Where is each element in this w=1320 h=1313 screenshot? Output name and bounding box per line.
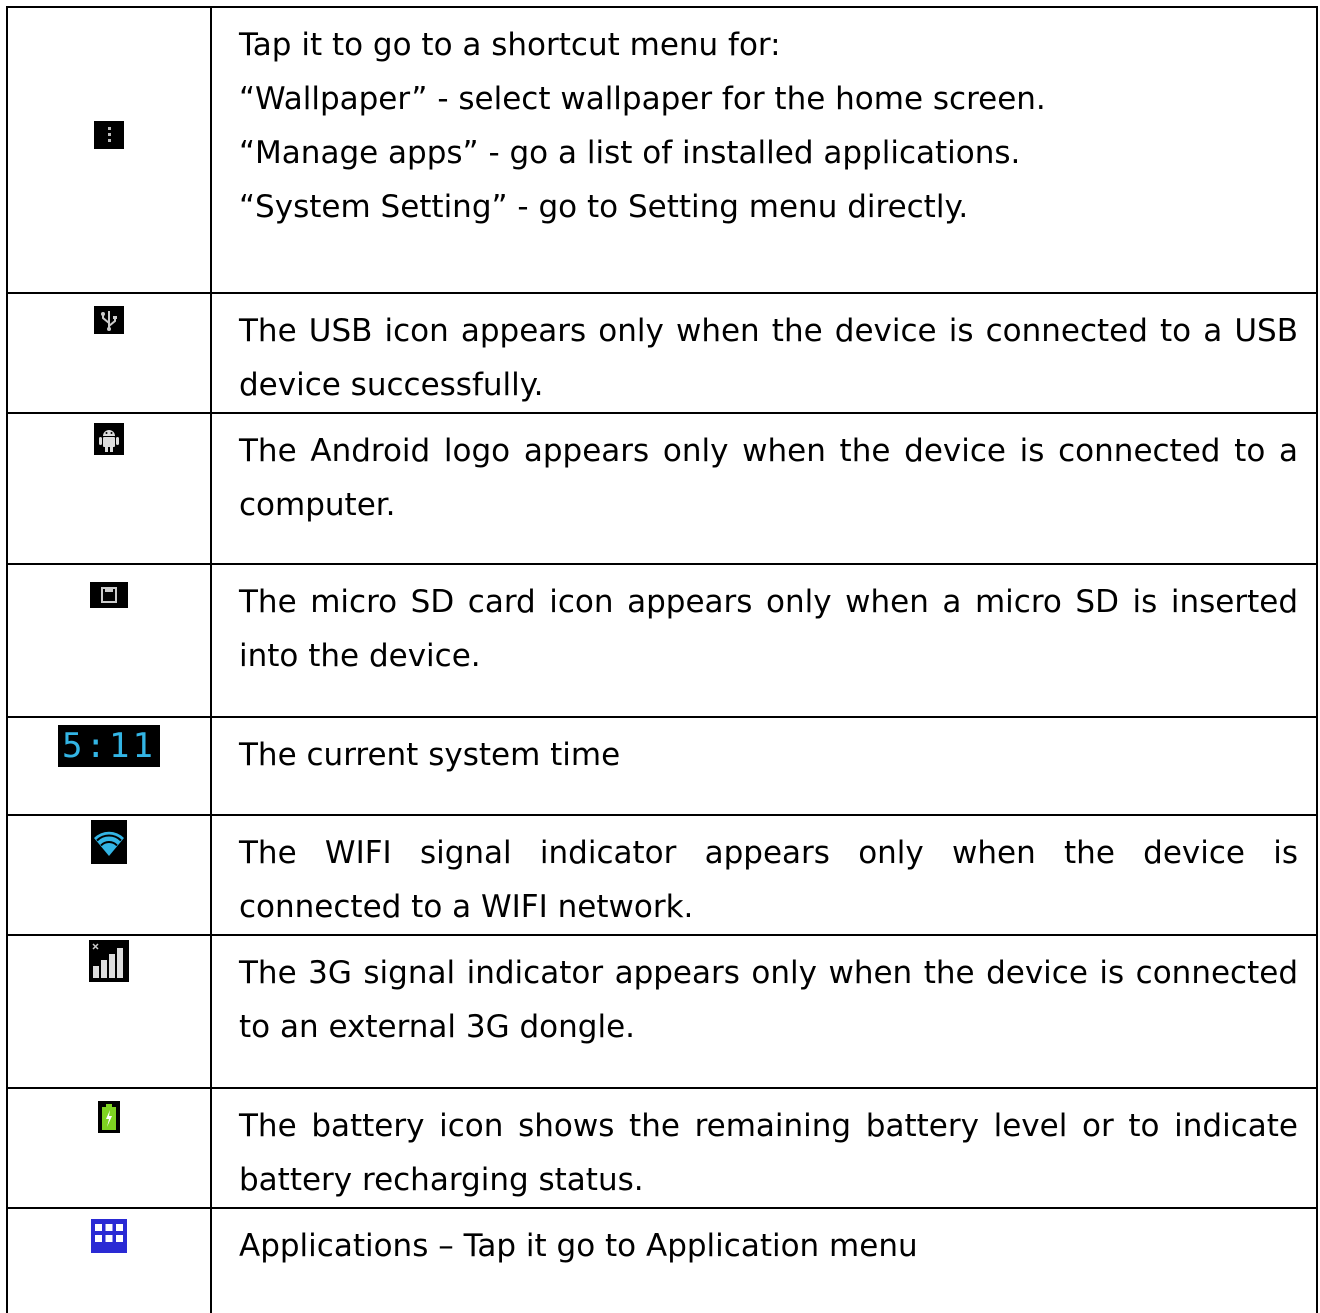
table-row-menu: Tap it to go to a shortcut menu for: “Wa… (6, 6, 1318, 294)
battery-charging-icon (98, 1101, 120, 1133)
description-cell: The Android logo appears only when the d… (210, 412, 1318, 565)
icon-cell (6, 1207, 212, 1313)
icon-cell (6, 1087, 212, 1209)
table-row-usb: The USB icon appears only when the devic… (6, 292, 1318, 414)
row-description: The current system time (239, 737, 621, 773)
description-cell: The battery icon shows the remaining bat… (210, 1087, 1318, 1209)
icon-cell (6, 563, 212, 718)
icon-cell (6, 6, 212, 294)
menu-item-manage-apps: “Manage apps” - go a list of installed a… (239, 135, 1021, 171)
table-row-wifi: The WIFI signal indicator appears only w… (6, 814, 1318, 936)
table-row-3g: The 3G signal indicator appears only whe… (6, 934, 1318, 1089)
description-cell: The 3G signal indicator appears only whe… (210, 934, 1318, 1089)
description-cell: The current system time (210, 716, 1318, 816)
row-description: The WIFI signal indicator appears only w… (239, 835, 1298, 925)
android-logo-icon (94, 423, 124, 455)
icon-cell (6, 292, 212, 414)
menu-item-system-setting: “System Setting” - go to Setting menu di… (239, 189, 969, 225)
3g-signal-icon (89, 940, 129, 982)
description-cell: Applications – Tap it go to Application … (210, 1207, 1318, 1313)
applications-grid-icon (91, 1219, 127, 1253)
description-cell: The WIFI signal indicator appears only w… (210, 814, 1318, 936)
status-icons-table: Tap it to go to a shortcut menu for: “Wa… (6, 6, 1318, 1313)
table-row-battery: The battery icon shows the remaining bat… (6, 1087, 1318, 1209)
description-cell: The USB icon appears only when the devic… (210, 292, 1318, 414)
row-description: The micro SD card icon appears only when… (239, 584, 1298, 674)
row-description: The 3G signal indicator appears only whe… (239, 955, 1298, 1045)
menu-intro: Tap it to go to a shortcut menu for: (239, 27, 781, 63)
icon-cell (6, 934, 212, 1089)
icon-cell (6, 814, 212, 936)
table-row-applications: Applications – Tap it go to Application … (6, 1207, 1318, 1313)
row-description: Applications – Tap it go to Application … (239, 1228, 918, 1264)
description-cell: The micro SD card icon appears only when… (210, 563, 1318, 718)
menu-dots-icon (94, 121, 124, 149)
row-description: The battery icon shows the remaining bat… (239, 1108, 1298, 1198)
description-cell: Tap it to go to a shortcut menu for: “Wa… (210, 6, 1318, 294)
menu-item-wallpaper: “Wallpaper” - select wallpaper for the h… (239, 81, 1046, 117)
icon-cell (6, 412, 212, 565)
table-row-micro-sd: The micro SD card icon appears only when… (6, 563, 1318, 718)
table-row-android: The Android logo appears only when the d… (6, 412, 1318, 565)
clock-time-display: 5:11 (58, 724, 160, 767)
usb-icon (94, 306, 124, 334)
icon-cell: 5:11 (6, 716, 212, 816)
row-description: The Android logo appears only when the d… (239, 433, 1298, 523)
wifi-signal-icon (91, 820, 127, 864)
table-row-time: 5:11 The current system time (6, 716, 1318, 816)
row-description: The USB icon appears only when the devic… (239, 313, 1298, 403)
micro-sd-card-icon (90, 582, 128, 608)
